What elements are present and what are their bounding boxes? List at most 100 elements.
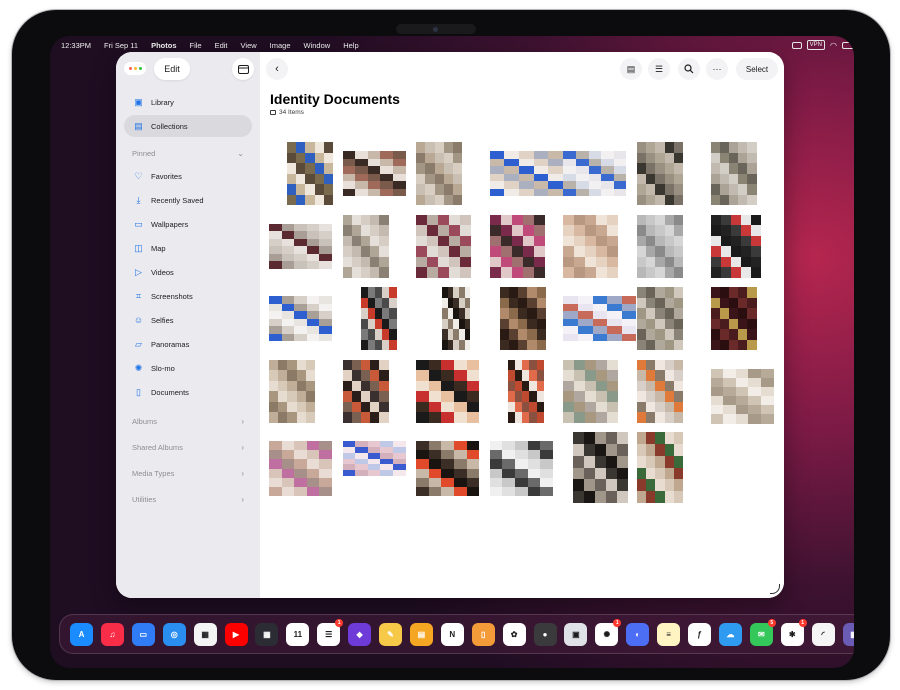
dock-app-app-store[interactable]: A bbox=[70, 623, 93, 646]
dock-app-app-library[interactable]: ▦ bbox=[842, 623, 854, 646]
photo-thumbnail[interactable] bbox=[342, 441, 406, 476]
photo-thumbnail[interactable] bbox=[269, 296, 332, 341]
sidebar-item-videos[interactable]: ▷ Videos bbox=[124, 261, 252, 283]
menu-image[interactable]: Image bbox=[270, 41, 291, 50]
resize-handle[interactable] bbox=[770, 584, 780, 594]
photo-thumbnail[interactable] bbox=[637, 359, 683, 423]
menu-window[interactable]: Window bbox=[304, 41, 331, 50]
window-controls[interactable] bbox=[124, 62, 146, 75]
dock-app-notes[interactable]: ≡ bbox=[657, 623, 681, 646]
more-button[interactable]: ··· bbox=[706, 58, 728, 80]
photo-thumbnail[interactable] bbox=[563, 151, 627, 196]
sidebar-section-albums[interactable]: Albums › bbox=[132, 414, 244, 428]
sidebar-item-documents[interactable]: ▯ Documents bbox=[124, 381, 252, 403]
sidebar-item-wallpapers[interactable]: ▭ Wallpapers bbox=[124, 213, 252, 235]
dock-app-files[interactable]: ▭ bbox=[131, 623, 155, 646]
menu-edit[interactable]: Edit bbox=[215, 41, 228, 50]
photo-thumbnail[interactable] bbox=[442, 287, 471, 350]
dock-app-reader[interactable]: ▤ bbox=[409, 623, 433, 646]
dock-app-slack[interactable]: ✱ 1 bbox=[780, 619, 807, 646]
photo-thumbnail[interactable] bbox=[563, 296, 637, 341]
sidebar-item-library[interactable]: ▣ Library bbox=[124, 91, 252, 113]
photo-thumbnail[interactable] bbox=[710, 368, 774, 424]
photo-thumbnail[interactable] bbox=[342, 214, 389, 278]
sidebar-item-favorites[interactable]: ♡ Favorites bbox=[124, 165, 252, 187]
dock-app-photos[interactable]: ✿ bbox=[502, 623, 526, 646]
photo-thumbnail[interactable] bbox=[342, 151, 406, 196]
zoom-dot-icon[interactable] bbox=[138, 67, 142, 70]
photo-thumbnail[interactable] bbox=[710, 142, 757, 205]
photo-thumbnail[interactable] bbox=[489, 151, 563, 196]
sidebar-section-shared-albums[interactable]: Shared Albums › bbox=[132, 440, 244, 454]
select-button[interactable]: Select bbox=[736, 58, 778, 80]
photo-thumbnail[interactable] bbox=[637, 287, 683, 350]
view-options-button[interactable]: ▤ bbox=[620, 58, 642, 80]
minimize-dot-icon[interactable] bbox=[133, 67, 137, 70]
photo-thumbnail[interactable] bbox=[507, 359, 544, 423]
wifi-icon[interactable]: ◠ bbox=[830, 41, 837, 50]
sidebar-item-screenshots[interactable]: ⌗ Screenshots bbox=[124, 285, 252, 307]
dock-app-youtube[interactable]: ▶ bbox=[224, 623, 248, 646]
menu-view[interactable]: View bbox=[241, 41, 257, 50]
photo-thumbnail[interactable] bbox=[489, 214, 545, 278]
dock-app-folder[interactable]: ▦ bbox=[255, 623, 279, 646]
dock-app-safari[interactable]: ◎ bbox=[162, 623, 186, 646]
menu-app-photos[interactable]: Photos bbox=[151, 41, 176, 50]
vpn-badge[interactable]: VPN bbox=[806, 40, 826, 50]
photo-thumbnail[interactable] bbox=[499, 287, 546, 350]
photo-thumbnail[interactable] bbox=[637, 142, 683, 205]
photo-thumbnail[interactable] bbox=[360, 287, 397, 350]
photo-thumbnail[interactable] bbox=[489, 441, 553, 496]
close-dot-icon[interactable] bbox=[128, 67, 132, 70]
photo-thumbnail[interactable] bbox=[416, 214, 472, 278]
dock-app-reminders[interactable]: ☰ 1 bbox=[317, 619, 344, 646]
sidebar-item-collections[interactable]: ▤ Collections bbox=[124, 115, 252, 137]
sidebar-item-panoramas[interactable]: ▱ Panoramas bbox=[124, 333, 252, 355]
filter-button[interactable]: ☰ bbox=[648, 58, 670, 80]
photo-thumbnail[interactable] bbox=[710, 287, 757, 350]
sidebar-item-selfies[interactable]: ☺ Selfies bbox=[124, 309, 252, 331]
dock-app-weather[interactable]: ☁ bbox=[718, 623, 742, 646]
photo-thumbnail[interactable] bbox=[573, 432, 629, 503]
photo-thumbnail[interactable] bbox=[342, 359, 389, 423]
photo-thumbnail[interactable] bbox=[269, 441, 332, 496]
photo-thumbnail[interactable] bbox=[416, 359, 480, 423]
sidebar-section-pinned[interactable]: Pinned ⌄ bbox=[132, 146, 244, 160]
dock-app-freeform[interactable]: ƒ bbox=[688, 623, 711, 646]
dock-app-notes-app[interactable]: ✎ bbox=[379, 623, 402, 646]
menu-help[interactable]: Help bbox=[343, 41, 358, 50]
dock-app-rss-reader[interactable]: ◜ bbox=[811, 623, 835, 646]
sidebar-toggle-button[interactable] bbox=[232, 58, 254, 80]
menu-file[interactable]: File bbox=[190, 41, 202, 50]
photo-thumbnail[interactable] bbox=[416, 142, 463, 205]
sidebar-item-recently-saved[interactable]: ⤓ Recently Saved bbox=[124, 189, 252, 211]
photo-thumbnail[interactable] bbox=[637, 214, 683, 278]
dock-app-preview[interactable]: ▣ bbox=[564, 623, 588, 646]
screen-mirror-icon[interactable] bbox=[791, 41, 802, 49]
photo-thumbnail[interactable] bbox=[563, 359, 619, 423]
dock-app-notion[interactable]: N bbox=[440, 623, 464, 646]
dock-app-blue-chat[interactable]: ◐ bbox=[626, 623, 650, 646]
photo-thumbnail[interactable] bbox=[637, 432, 683, 503]
photo-thumbnail[interactable] bbox=[269, 223, 332, 269]
dock-app-orange-app[interactable]: ▯ bbox=[471, 623, 495, 646]
photo-thumbnail[interactable] bbox=[563, 214, 619, 278]
photo-thumbnail[interactable] bbox=[287, 142, 333, 205]
dock-app-messages[interactable]: ✉ 5 bbox=[749, 619, 776, 646]
sidebar-section-utilities[interactable]: Utilities › bbox=[132, 492, 244, 506]
dock-app-camera[interactable]: ● bbox=[533, 623, 557, 646]
photo-thumbnail[interactable] bbox=[710, 214, 761, 278]
dock-app-shortcuts[interactable]: ◆ bbox=[348, 623, 372, 646]
photo-thumbnail[interactable] bbox=[416, 441, 480, 496]
dock-app-music[interactable]: ♫ bbox=[100, 623, 124, 646]
dock-app-calendar[interactable]: 11 bbox=[286, 623, 310, 646]
dock-app-chatgpt[interactable]: ✺ 1 bbox=[595, 619, 622, 646]
search-button[interactable] bbox=[678, 58, 700, 80]
photo-thumbnail[interactable] bbox=[269, 359, 315, 423]
sidebar-item-slo-mo[interactable]: ✺ Slo-mo bbox=[124, 357, 252, 379]
sidebar-item-map[interactable]: ◫ Map bbox=[124, 237, 252, 259]
sidebar-section-media-types[interactable]: Media Types › bbox=[132, 466, 244, 480]
edit-button[interactable]: Edit bbox=[154, 58, 190, 80]
dock-app-shortcuts-folder[interactable]: ▦ bbox=[193, 623, 217, 646]
back-button[interactable]: ‹ bbox=[266, 58, 288, 80]
